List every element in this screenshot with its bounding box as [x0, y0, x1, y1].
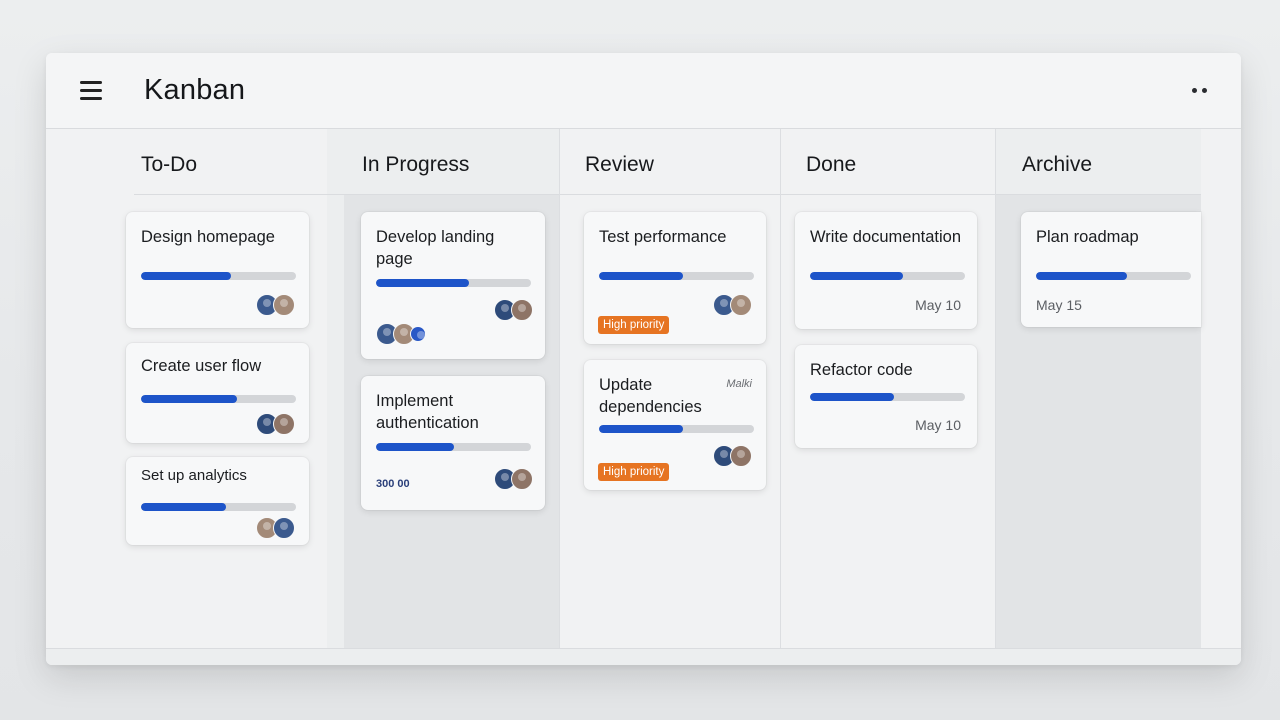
column-title: Review: [585, 153, 654, 176]
card-title: Plan roadmap: [1036, 228, 1139, 246]
column-header: Done: [781, 129, 995, 195]
task-card-develop-landing-page[interactable]: Develop landing page: [361, 212, 545, 359]
column-header: To-Do: [134, 129, 327, 195]
app-header: Kanban: [46, 53, 1241, 129]
assignee-avatars[interactable]: [494, 299, 533, 321]
avatar[interactable]: [511, 299, 533, 321]
assignee-avatars[interactable]: [256, 413, 295, 435]
card-meta-count: 300 00: [376, 478, 410, 490]
avatar[interactable]: [273, 413, 295, 435]
column-title: Archive: [1022, 153, 1093, 176]
card-title: Test performance: [599, 228, 727, 246]
column-in-progress: In Progress Develop landing page Impleme…: [327, 129, 560, 649]
assignee-avatars[interactable]: [713, 294, 752, 316]
avatar[interactable]: [273, 517, 295, 539]
progress-bar: [810, 272, 965, 280]
assignee-avatars[interactable]: [494, 468, 533, 490]
progress-bar: [141, 503, 296, 511]
task-card-implement-authentication[interactable]: Implement authentication 300 00: [361, 376, 545, 510]
column-done: Done Write documentation May 10 Refactor…: [781, 129, 996, 649]
progress-bar: [1036, 272, 1191, 280]
card-title: Design homepage: [141, 228, 275, 246]
task-card-update-dependencies[interactable]: Update dependencies Malki High priority: [584, 360, 766, 490]
assignee-avatars[interactable]: [713, 445, 752, 467]
task-card-set-up-analytics[interactable]: Set up analytics: [126, 457, 309, 545]
progress-bar: [141, 395, 296, 403]
avatar[interactable]: [511, 468, 533, 490]
progress-bar: [141, 272, 296, 280]
hamburger-menu-icon[interactable]: [78, 79, 104, 101]
column-review: Review Test performance High priority Up…: [560, 129, 781, 649]
progress-bar: [376, 443, 531, 451]
app-title: Kanban: [144, 74, 246, 106]
card-title: Set up analytics: [141, 467, 247, 484]
task-card-plan-roadmap[interactable]: Plan roadmap May 15: [1021, 212, 1201, 327]
assignee-avatars[interactable]: [256, 294, 295, 316]
progress-bar: [376, 279, 531, 287]
column-title: To-Do: [141, 153, 198, 176]
card-title: Write documentation: [810, 228, 962, 246]
due-date: May 10: [915, 297, 961, 313]
avatar[interactable]: [730, 294, 752, 316]
card-title: Refactor code: [810, 361, 913, 379]
card-title: Create user flow: [141, 357, 262, 375]
assignee-avatars[interactable]: [256, 517, 295, 539]
task-card-design-homepage[interactable]: Design homepage: [126, 212, 309, 328]
progress-bar: [599, 272, 754, 280]
due-date: May 15: [1036, 297, 1082, 313]
column-title: In Progress: [362, 153, 470, 176]
column-title: Done: [806, 153, 857, 176]
task-card-write-documentation[interactable]: Write documentation May 10: [795, 212, 977, 329]
watcher-avatars[interactable]: [376, 323, 426, 345]
more-options-icon[interactable]: [1189, 83, 1211, 99]
due-date: May 10: [915, 417, 961, 433]
column-header: Review: [560, 129, 780, 195]
column-header: Archive: [996, 129, 1201, 195]
avatar[interactable]: [730, 445, 752, 467]
task-card-refactor-code[interactable]: Refactor code May 10: [795, 345, 977, 448]
card-title: Update dependencies: [599, 376, 702, 416]
card-title: Implement authentication: [376, 392, 479, 432]
column-to-do: To-Do Design homepage Create user flow S…: [46, 129, 328, 649]
board-footer: [46, 648, 1241, 665]
task-card-create-user-flow[interactable]: Create user flow: [126, 343, 309, 443]
kanban-window: Kanban To-Do Design homepage Create user…: [46, 53, 1241, 665]
avatar[interactable]: [410, 326, 426, 342]
priority-badge: High priority: [598, 463, 670, 481]
column-header: In Progress: [327, 129, 559, 195]
task-card-test-performance[interactable]: Test performance High priority: [584, 212, 766, 344]
progress-bar: [810, 393, 965, 401]
card-tag: Malki: [726, 378, 752, 390]
priority-badge: High priority: [598, 316, 670, 334]
column-archive: Archive Plan roadmap May 15: [996, 129, 1201, 649]
avatar[interactable]: [273, 294, 295, 316]
card-title: Develop landing page: [376, 228, 495, 268]
progress-bar: [599, 425, 754, 433]
